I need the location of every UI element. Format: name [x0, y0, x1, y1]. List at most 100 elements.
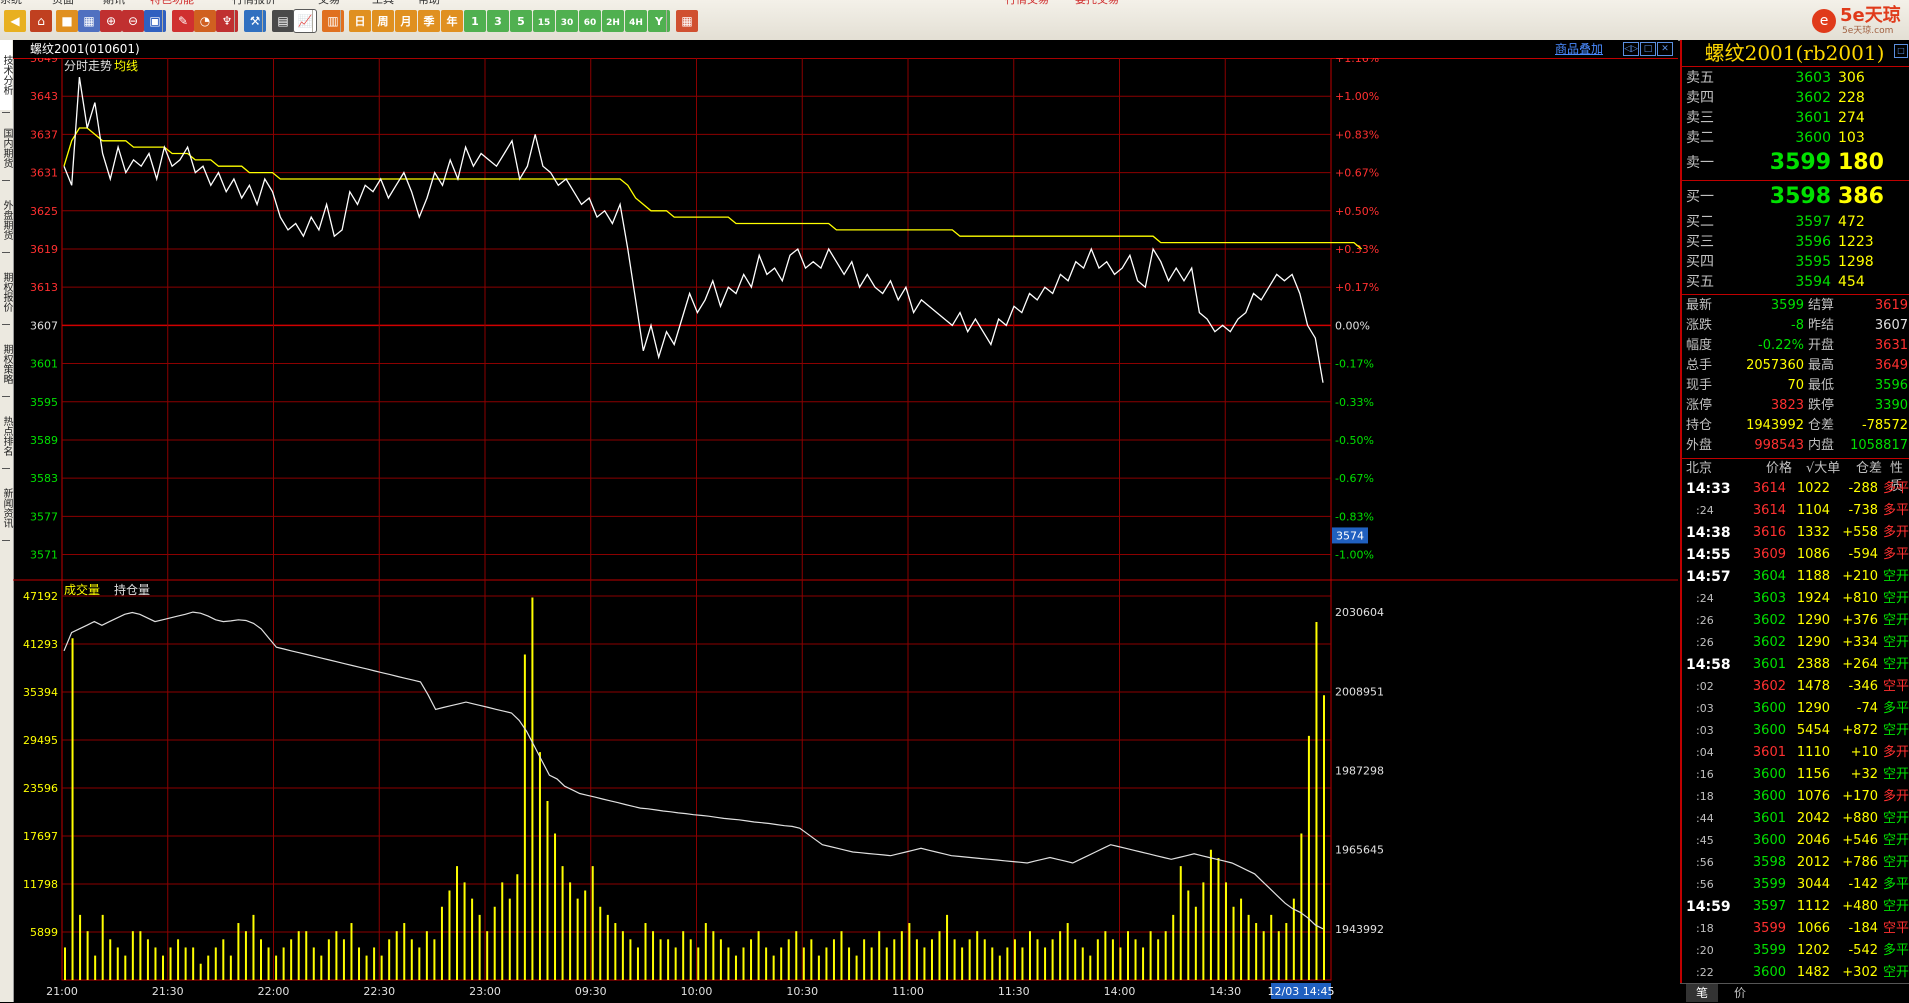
table-button[interactable]: ▤ — [272, 10, 294, 32]
tick-volume: 1066 — [1796, 921, 1830, 936]
menu-item[interactable]: 委托交易 — [1075, 0, 1119, 5]
price-tick-label: 3583 — [30, 472, 58, 485]
tick-price: 3604 — [1752, 569, 1786, 584]
percent-tick-label: +0.67% — [1335, 167, 1379, 180]
alarm-icon: ◔ — [199, 14, 211, 28]
pencil-icon: ✎ — [177, 14, 189, 28]
draw-button[interactable]: ✎ — [172, 10, 194, 32]
menu-item[interactable]: 交易 — [318, 0, 340, 5]
intraday-chart[interactable]: 3649 +1.16% 3643 +1.00% 3637 +0.83% 3631 +0.67%… — [13, 58, 1678, 1002]
zoom-out-button[interactable]: ⊖ — [122, 10, 144, 32]
percent-tick-label: +1.16% — [1335, 58, 1379, 65]
sidebar-tab[interactable]: 国内期货 — [0, 118, 12, 178]
stat-label: 幅度 — [1686, 338, 1713, 353]
stat-value: 3649 — [1874, 358, 1908, 373]
tick-oi-change: +302 — [1842, 965, 1878, 980]
15min-button[interactable]: 15 — [533, 10, 555, 32]
chart-header — [13, 40, 1678, 59]
sidebar-tab[interactable]: 技术分析 — [0, 40, 12, 110]
menu-item[interactable]: 特色功能 — [150, 0, 194, 5]
calc-button[interactable]: ▦ — [676, 10, 698, 32]
back-button[interactable]: ◀ — [4, 10, 26, 32]
tick-tab[interactable]: 笔 — [1686, 984, 1718, 1002]
4h-button[interactable]: 4H — [625, 10, 647, 32]
menu-item[interactable]: 页面 — [52, 0, 74, 5]
sidebar-tab[interactable]: 新闻资讯 — [0, 478, 12, 538]
toolbar-button-label: 季 — [423, 15, 435, 28]
box-button[interactable]: ■ — [56, 10, 78, 32]
tick-price: 3600 — [1752, 723, 1786, 738]
menu-item[interactable]: 系统 — [0, 0, 22, 5]
bid-price: 3595 — [1795, 254, 1831, 270]
tick-time: :24 — [1696, 592, 1714, 605]
tick-volume: 1332 — [1796, 525, 1830, 540]
sidebar-tab[interactable]: 热点排名 — [0, 406, 12, 466]
tick-oi-change: +376 — [1842, 613, 1878, 628]
tick-time: :22 — [1696, 966, 1714, 979]
resize-icon[interactable]: ◁▷ — [1623, 42, 1639, 56]
toolbar-button-label: 30 — [560, 18, 574, 28]
toolbar-separator — [340, 10, 341, 32]
quarter-button[interactable]: 季 — [418, 10, 440, 32]
menu-item[interactable]: 工具 — [372, 0, 394, 5]
home-button[interactable]: ⌂ — [30, 10, 52, 32]
menu-item[interactable]: 行情交易 — [1005, 0, 1049, 5]
sidebar-tab[interactable]: 期权策略 — [0, 334, 12, 394]
sidebar-tab[interactable]: 外盘期货 — [0, 190, 12, 250]
stat-label: 最低 — [1808, 378, 1835, 393]
zoom-in-button[interactable]: ⊕ — [100, 10, 122, 32]
tick-header: 价格 — [1766, 461, 1793, 476]
3min-button[interactable]: 3 — [487, 10, 509, 32]
volume-tick-label: 35394 — [23, 686, 58, 699]
toolbar-separator — [162, 10, 163, 32]
grid-icon: ▦ — [83, 14, 95, 28]
day-button[interactable]: 日 — [349, 10, 371, 32]
grid-button[interactable]: ▦ — [78, 10, 100, 32]
5min-button[interactable]: 5 — [510, 10, 532, 32]
bid-volume: 1223 — [1838, 234, 1874, 250]
volume-tick-label: 17697 — [23, 830, 58, 843]
tick-oi-change: -142 — [1848, 877, 1878, 892]
panel-toggle-icon[interactable]: □ — [1894, 44, 1908, 58]
tick-price: 3601 — [1752, 657, 1786, 672]
tick-header: 性质 — [1890, 461, 1904, 494]
orderbook-divider — [1680, 180, 1909, 181]
brand-name: 5e天琼 — [1840, 5, 1901, 26]
60min-button[interactable]: 60 — [579, 10, 601, 32]
price-tick-label: 3571 — [30, 549, 58, 562]
30min-button[interactable]: 30 — [556, 10, 578, 32]
time-tick-label: 22:30 — [363, 985, 395, 998]
menu-bar: 系统页面期讯特色功能行情报价交易工具帮助行情交易委托交易交易 — [0, 0, 1909, 6]
maximize-icon[interactable]: □ — [1640, 42, 1656, 56]
bid-price: 3598 — [1769, 184, 1831, 209]
toolbar-separator — [262, 10, 263, 32]
ask-volume: 103 — [1838, 130, 1865, 146]
tick-time: :02 — [1696, 680, 1714, 693]
week-button[interactable]: 周 — [372, 10, 394, 32]
stat-value: 1943992 — [1746, 418, 1804, 433]
menu-item[interactable]: 期讯 — [103, 0, 125, 5]
1min-button[interactable]: 1 — [464, 10, 486, 32]
month-button[interactable]: 月 — [395, 10, 417, 32]
ask-label: 卖二 — [1686, 130, 1714, 146]
tick-time: :44 — [1696, 812, 1714, 825]
overlay-commodity-link[interactable]: 商品叠加 — [1555, 42, 1603, 56]
left-sidebar: 技术分析国内期货外盘期货期权报价期权策略热点排名新闻资讯 — [0, 40, 14, 1002]
2h-button[interactable]: 2H — [602, 10, 624, 32]
bid-label: 买一 — [1686, 189, 1714, 205]
sidebar-tab[interactable]: 期权报价 — [0, 262, 12, 322]
stat-label: 内盘 — [1808, 438, 1835, 453]
tick-nature: 多平 — [1883, 877, 1909, 892]
year-button[interactable]: 年 — [441, 10, 463, 32]
bid-label: 买三 — [1686, 234, 1714, 250]
toolbar-button-label: 15 — [537, 18, 551, 28]
close-icon[interactable]: ✕ — [1657, 42, 1673, 56]
tick-oi-change: +210 — [1842, 569, 1878, 584]
price-tick-label: 3589 — [30, 434, 58, 447]
tick-tab[interactable]: 价 — [1724, 984, 1756, 1002]
menu-item[interactable]: 行情报价 — [232, 0, 276, 5]
alarm-button[interactable]: ◔ — [194, 10, 216, 32]
tick-volume: 5454 — [1796, 723, 1830, 738]
menu-item[interactable]: 帮助 — [418, 0, 440, 5]
stat-label: 持仓 — [1686, 418, 1713, 433]
